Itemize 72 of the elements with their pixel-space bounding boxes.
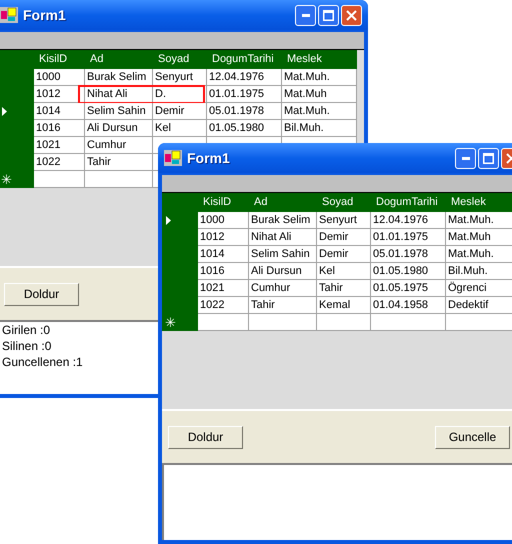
column-header[interactable]: Meslek <box>446 193 512 212</box>
table-cell: Kel <box>153 120 207 137</box>
table-cell: Tahir <box>85 154 153 171</box>
table-cell: Ali Dursun <box>249 263 317 280</box>
table-cell: Bil.Muh. <box>446 263 512 280</box>
table-cell: Selim Sahin <box>249 246 317 263</box>
table-cell: Nihat Ali <box>249 229 317 246</box>
table-cell: 1022 <box>34 154 85 171</box>
table-cell: 1000 <box>198 212 249 229</box>
table-cell: 1000 <box>34 69 85 86</box>
table-cell: Mat.Muh <box>282 86 357 103</box>
table-cell: Senyurt <box>153 69 207 86</box>
table-cell: Demir <box>317 246 371 263</box>
table-cell: Ali Dursun <box>85 120 153 137</box>
column-header[interactable]: KisilD <box>198 193 249 212</box>
table-cell: 01.04.1958 <box>371 297 446 314</box>
table-cell: Senyurt <box>317 212 371 229</box>
table-cell: 1012 <box>34 86 85 103</box>
table-cell: 01.05.1975 <box>371 280 446 297</box>
table-cell: 1016 <box>34 120 85 137</box>
table-cell: Selim Sahin <box>85 103 153 120</box>
log-line: Guncellenen :1 <box>2 354 83 370</box>
column-header[interactable]: Ad <box>249 193 317 212</box>
column-header[interactable]: DogumTarihi <box>207 50 282 69</box>
table-cell: Demir <box>317 229 371 246</box>
log-line: Silinen :0 <box>2 338 52 354</box>
table-cell: 01.01.1975 <box>207 86 282 103</box>
table-cell: 1012 <box>198 229 249 246</box>
table-cell: 1022 <box>198 297 249 314</box>
table-cell: 05.01.1978 <box>207 103 282 120</box>
table-cell: Kemal <box>317 297 371 314</box>
table-cell: 01.05.1980 <box>371 263 446 280</box>
new-row-marker: ✳ <box>0 171 34 188</box>
table-cell: 1014 <box>198 246 249 263</box>
table-cell: 05.01.1978 <box>371 246 446 263</box>
table-cell: Bil.Muh. <box>282 120 357 137</box>
new-row-marker: ✳ <box>162 314 198 331</box>
form-button[interactable]: Guncelle <box>435 426 510 448</box>
table-cell: Cumhur <box>249 280 317 297</box>
table-cell: 12.04.1976 <box>207 69 282 86</box>
table-cell: 1021 <box>198 280 249 297</box>
table-cell: 1016 <box>198 263 249 280</box>
table-cell: 12.04.1976 <box>371 212 446 229</box>
log-line: Girilen :0 <box>2 322 50 338</box>
column-header[interactable]: DogumTarihi <box>371 193 446 212</box>
table-cell: Mat.Muh. <box>282 69 357 86</box>
table-cell: 1014 <box>34 103 85 120</box>
table-cell: Dedektif <box>446 297 512 314</box>
window-title: Form1 <box>23 6 66 24</box>
table-cell: Cumhur <box>85 137 153 154</box>
column-header[interactable]: Soyad <box>317 193 371 212</box>
form-button[interactable]: Doldur <box>168 426 243 448</box>
table-cell: Mat.Muh. <box>446 246 512 263</box>
column-header[interactable]: Soyad <box>153 50 207 69</box>
column-header[interactable]: KisilD <box>34 50 85 69</box>
table-cell: Mat.Muh. <box>282 103 357 120</box>
table-cell: Burak Selim <box>249 212 317 229</box>
column-header[interactable]: Ad <box>85 50 153 69</box>
form-button[interactable]: Doldur <box>4 282 79 306</box>
table-cell: Mat.Muh. <box>446 212 512 229</box>
table-cell: Ögrenci <box>446 280 512 297</box>
table-cell: 1021 <box>34 137 85 154</box>
table-cell: 01.05.1980 <box>207 120 282 137</box>
table-cell: Demir <box>153 103 207 120</box>
table-cell: Kel <box>317 263 371 280</box>
table-cell: Tahir <box>317 280 371 297</box>
column-header[interactable]: Meslek <box>282 50 357 69</box>
window-title: Form1 <box>187 148 230 168</box>
table-cell: Tahir <box>249 297 317 314</box>
table-cell: Mat.Muh <box>446 229 512 246</box>
table-cell: 01.01.1975 <box>371 229 446 246</box>
table-cell: Burak Selim <box>85 69 153 86</box>
